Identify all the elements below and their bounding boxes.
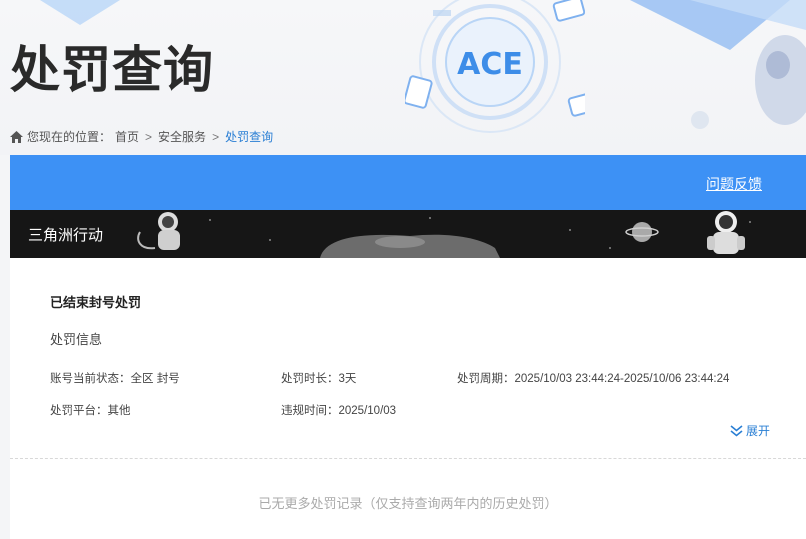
breadcrumb-home[interactable]: 首页 — [115, 128, 139, 145]
expand-label: 展开 — [745, 424, 770, 438]
breadcrumb-separator: > — [212, 129, 220, 144]
game-name: 三角洲行动 — [28, 227, 104, 244]
breadcrumb-security[interactable]: 安全服务 — [158, 128, 206, 145]
no-more-records: 已无更多处罚记录（仅支持查询两年内的历史处罚） — [258, 496, 558, 511]
decor-triangle — [40, 0, 120, 25]
breadcrumb-separator: > — [145, 129, 153, 144]
breadcrumb: 您现在的位置： 首页 > 安全服务 > 处罚查询 — [10, 128, 273, 145]
feedback-link[interactable]: 问题反馈 — [706, 174, 762, 194]
decor-statue — [755, 35, 806, 125]
banner-art — [137, 211, 751, 258]
breadcrumb-label: 您现在的位置： — [27, 130, 112, 144]
ace-logo: ACE — [403, 0, 601, 140]
page-title: 处罚查询 — [10, 41, 214, 99]
header: 处罚查询 ACE 您现在的位置： 首页 > 安全服务 > 处罚查询 — [0, 0, 806, 155]
ace-logo-text: ACE — [457, 47, 523, 82]
violation-time: 违规时间：2025/10/03 — [281, 405, 397, 417]
panel-header-bar: 问题反馈 — [10, 155, 806, 210]
planet-icon — [625, 222, 659, 242]
penalty-duration: 处罚时长：3天 — [281, 373, 357, 385]
astronaut-icon — [707, 211, 745, 254]
breadcrumb-current: 处罚查询 — [225, 130, 274, 144]
divider — [10, 458, 806, 459]
home-icon — [10, 130, 23, 143]
penalty-panel: 问题反馈 三角洲行动 已结束封号处罚 处罚信息 账号当前状态：全区 封号 处罚时… — [10, 155, 806, 539]
penalty-platform: 处罚平台：其他 — [50, 405, 131, 417]
astronaut-icon — [137, 212, 180, 250]
record-title: 已结束封号处罚 — [50, 295, 142, 310]
section-title: 处罚信息 — [50, 332, 103, 347]
game-banner: 三角洲行动 — [10, 210, 806, 258]
expand-button[interactable]: 展开 — [730, 422, 770, 439]
account-status: 账号当前状态：全区 封号 — [50, 373, 180, 385]
decor-circle — [691, 111, 709, 129]
penalty-period: 处罚周期：2025/10/03 23:44:24-2025/10/06 23:4… — [457, 373, 730, 385]
chevron-double-down-icon — [730, 424, 743, 437]
